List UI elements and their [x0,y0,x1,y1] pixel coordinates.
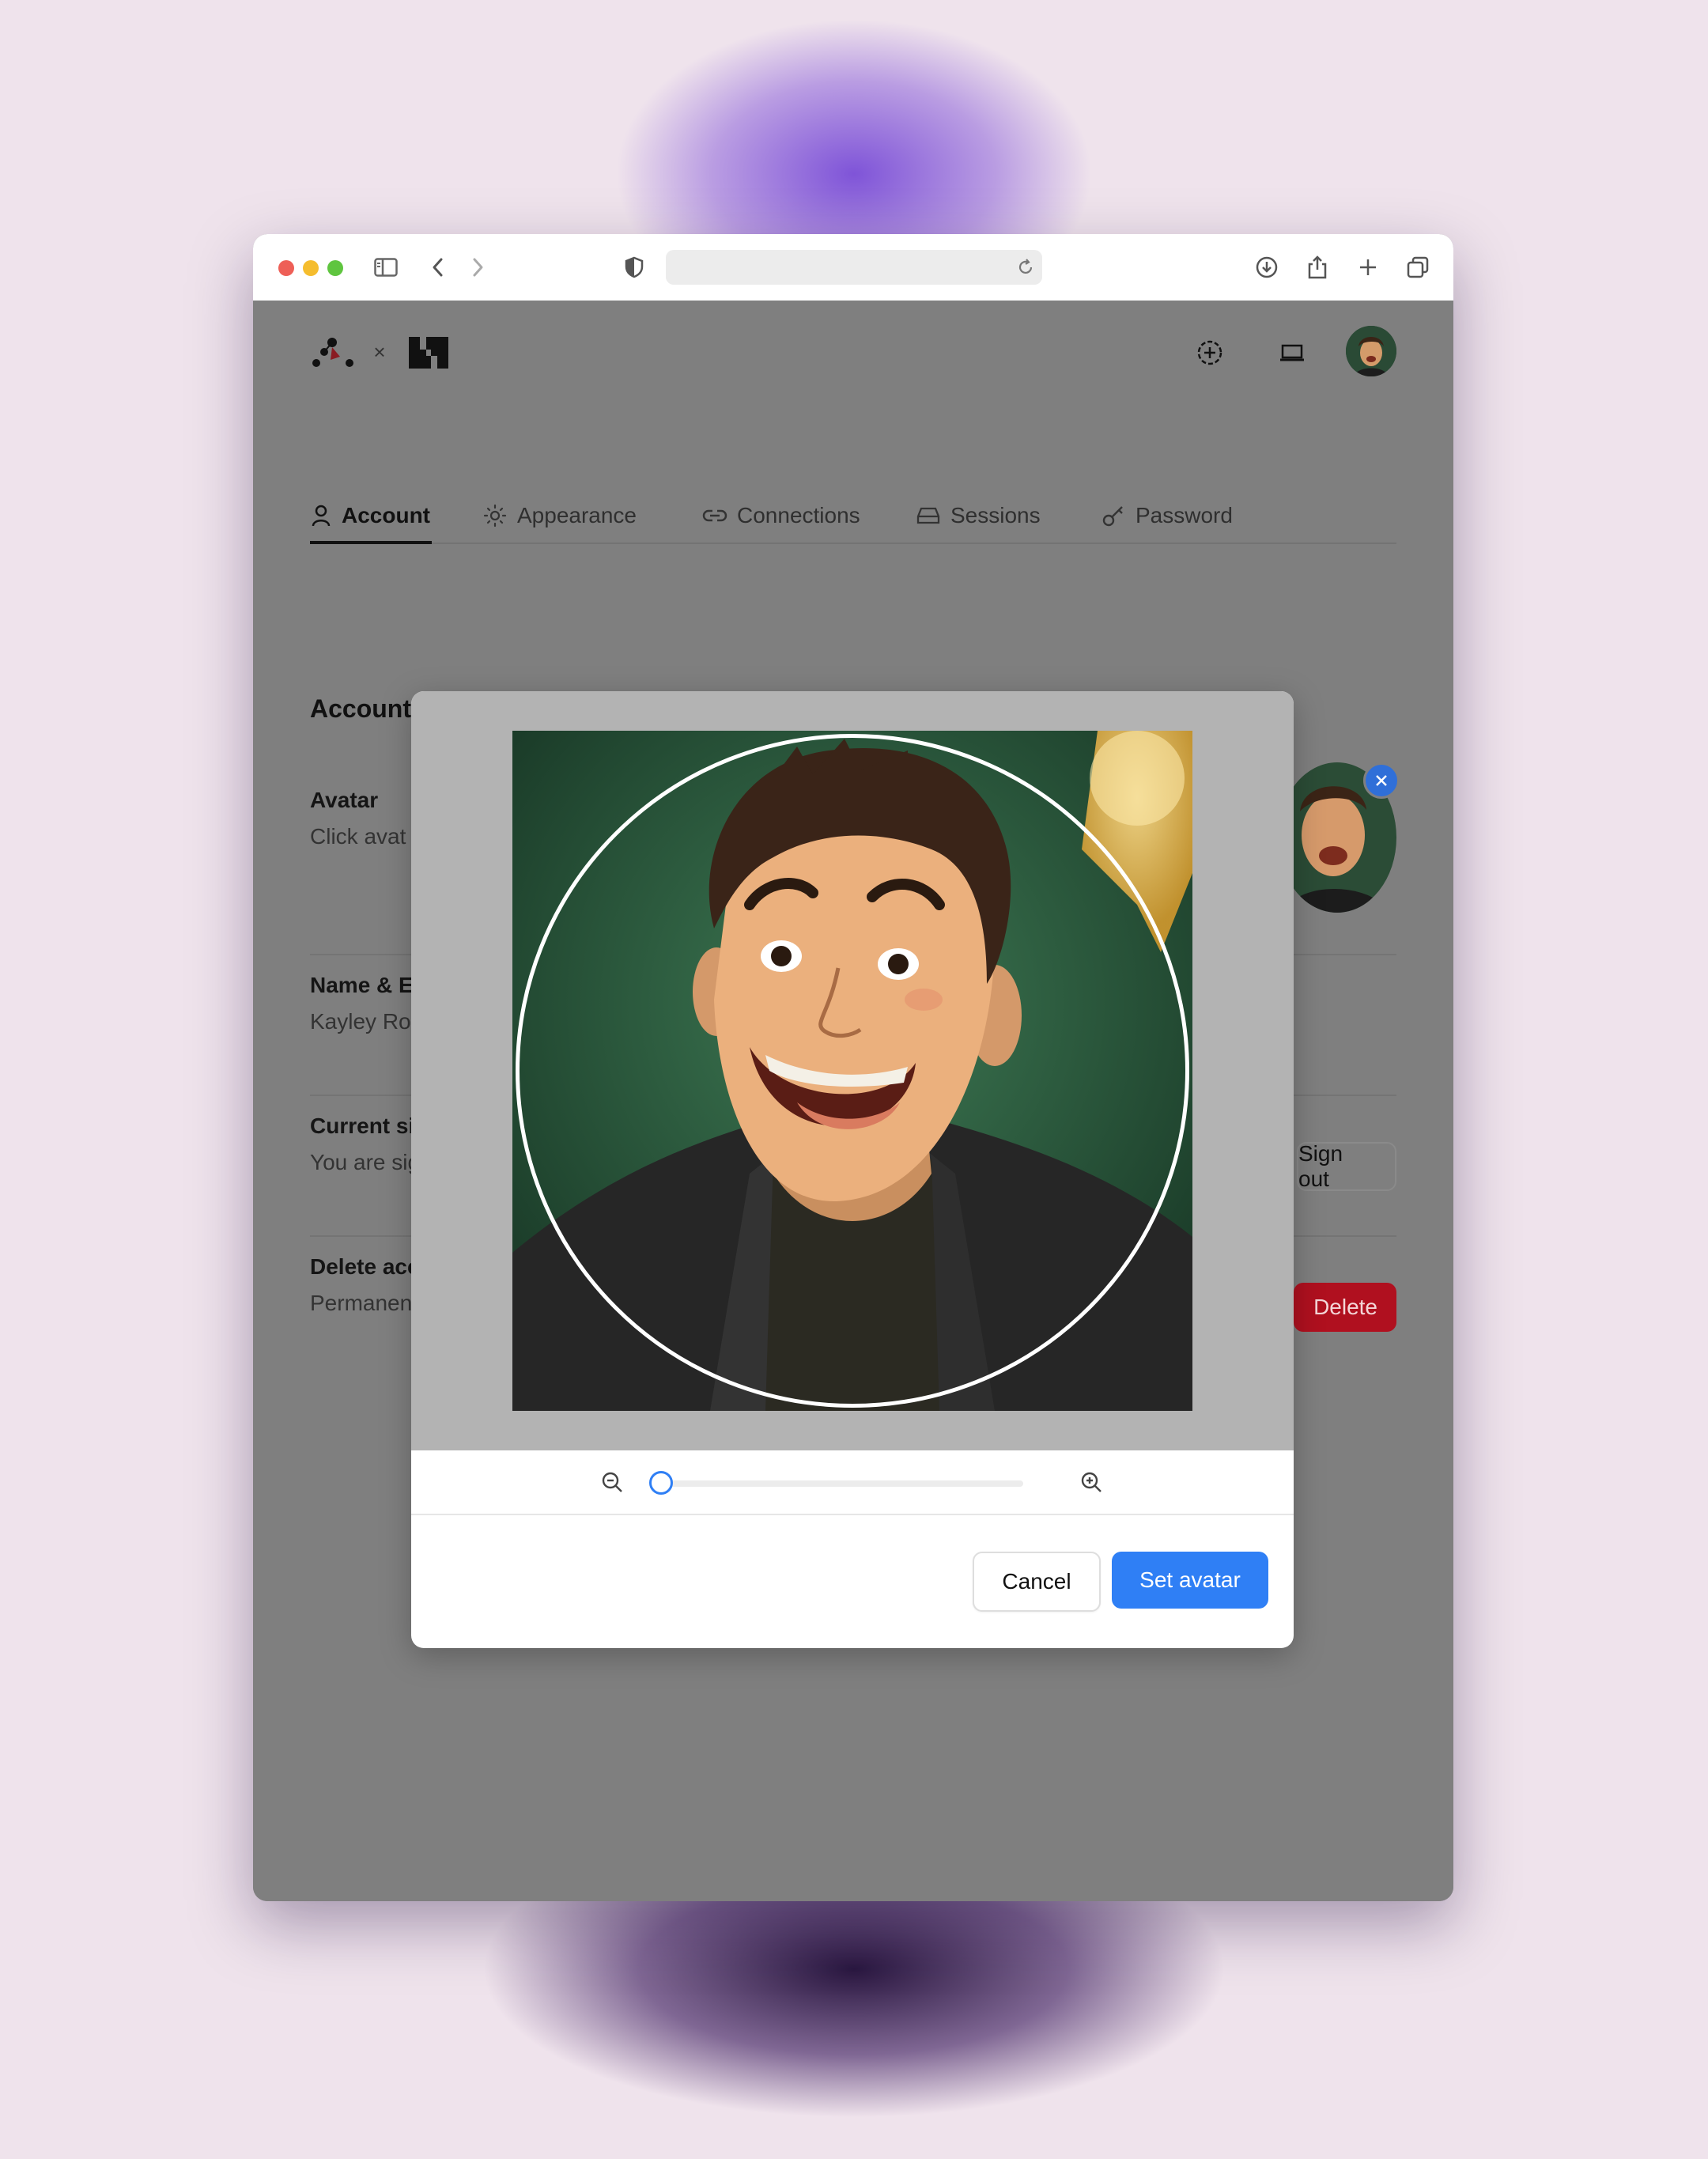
tab-connections-label: Connections [737,503,860,527]
zoom-out-icon[interactable] [598,1468,626,1496]
tab-account-label: Account [342,503,430,527]
back-icon[interactable] [422,251,454,283]
tab-appearance-label: Appearance [517,503,637,527]
tab-sessions[interactable]: Sessions [916,490,1041,541]
name-email-row-title: Name & E [310,973,414,997]
delete-account-row-subtitle: Permanen [310,1291,413,1315]
add-circle-icon[interactable] [1194,337,1226,369]
delete-account-button[interactable]: Delete [1294,1283,1396,1332]
download-icon[interactable] [1251,251,1283,283]
link-icon [702,509,727,522]
minimize-window-button[interactable] [303,260,319,276]
crop-area[interactable] [411,691,1294,1450]
page-content: × Account Appearance Connections Session… [253,301,1453,1901]
active-tab-indicator [310,541,432,544]
logo-separator: × [373,339,386,364]
avatar-row-title: Avatar [310,788,379,812]
zoom-slider-thumb[interactable] [649,1471,673,1495]
tab-account[interactable]: Account [310,490,430,541]
current-session-row-subtitle: You are sig [310,1150,421,1174]
partner-logo-icon[interactable] [408,335,449,370]
forward-icon[interactable] [462,251,493,283]
drive-icon [916,507,940,524]
close-window-button[interactable] [278,260,294,276]
delete-account-row-title: Delete acc [310,1254,420,1279]
user-avatar[interactable] [1346,326,1396,376]
sun-icon [483,504,507,527]
zoom-slider-track[interactable] [656,1480,1023,1487]
avatar-row-subtitle: Click avat [310,824,406,849]
laptop-icon[interactable] [1276,337,1308,369]
share-icon[interactable] [1302,251,1333,283]
maximize-window-button[interactable] [327,260,343,276]
app-logo-icon[interactable] [308,334,356,373]
reload-icon[interactable] [1015,256,1036,282]
shield-icon[interactable] [618,251,650,283]
remove-avatar-button[interactable] [1363,762,1400,799]
zoom-controls [411,1450,1294,1515]
sidebar-toggle-icon[interactable] [370,251,402,283]
section-title: Account [310,694,411,723]
close-icon [1376,775,1387,786]
current-session-row-title: Current si [310,1114,415,1138]
avatar-crop-dialog: Cancel Set avatar [411,691,1294,1648]
key-icon [1102,506,1123,527]
user-icon [312,505,331,527]
name-email-row-subtitle: Kayley Ro [310,1009,411,1034]
set-avatar-button[interactable]: Set avatar [1112,1552,1268,1609]
cancel-button[interactable]: Cancel [973,1552,1101,1612]
sign-out-button[interactable]: Sign out [1297,1141,1396,1191]
tab-password-label: Password [1136,503,1233,527]
crop-circle-guide[interactable] [516,734,1189,1408]
settings-tabs: Account Appearance Connections Sessions … [310,490,1396,544]
tab-appearance[interactable]: Appearance [482,490,637,541]
address-bar[interactable] [666,250,1042,285]
tab-password[interactable]: Password [1101,490,1233,541]
zoom-in-icon[interactable] [1077,1468,1105,1496]
browser-toolbar [253,234,1453,301]
tab-sessions-label: Sessions [950,503,1041,527]
tab-connections[interactable]: Connections [702,490,860,541]
tab-overview-icon[interactable] [1402,251,1434,283]
new-tab-icon[interactable] [1352,251,1384,283]
browser-window: × Account Appearance Connections Session… [253,234,1453,1901]
